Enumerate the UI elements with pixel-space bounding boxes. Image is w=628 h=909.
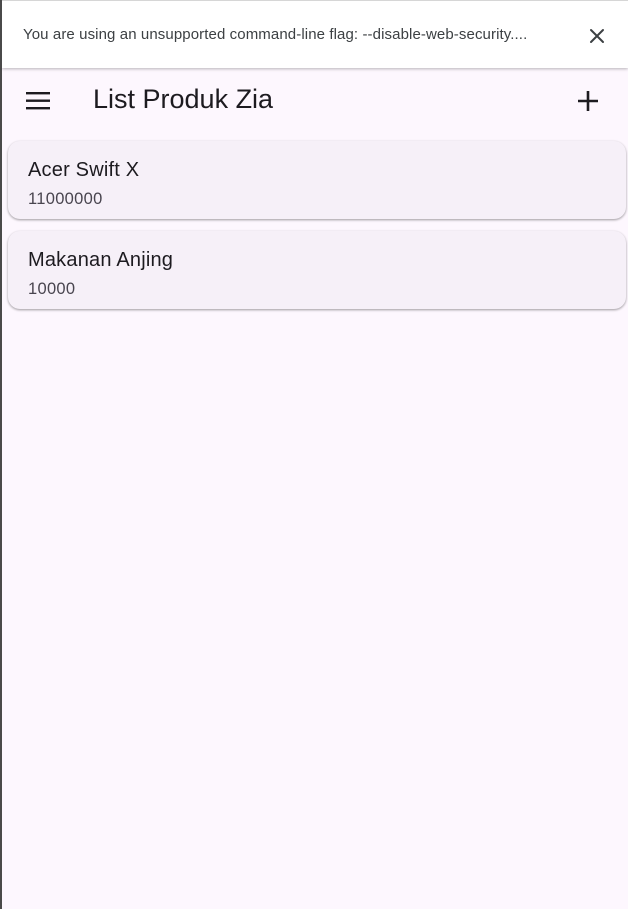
page-title: List Produk Zia	[93, 84, 274, 114]
close-icon[interactable]	[586, 25, 608, 47]
hamburger-menu-icon[interactable]	[18, 83, 58, 119]
unsupported-flag-infobar: You are using an unsupported command-lin…	[2, 0, 628, 68]
app-bar: List Produk Zia	[2, 68, 628, 134]
product-name: Acer Swift X	[28, 159, 140, 181]
product-name: Makanan Anjing	[28, 249, 174, 271]
product-card[interactable]: Makanan Anjing 10000	[8, 231, 626, 309]
product-price: 10000	[28, 280, 76, 298]
infobar-message: You are using an unsupported command-lin…	[23, 26, 528, 43]
app-window: You are using an unsupported command-lin…	[2, 0, 628, 909]
plus-icon[interactable]	[568, 82, 608, 122]
product-card[interactable]: Acer Swift X 11000000	[8, 141, 626, 219]
product-price: 11000000	[28, 190, 103, 208]
